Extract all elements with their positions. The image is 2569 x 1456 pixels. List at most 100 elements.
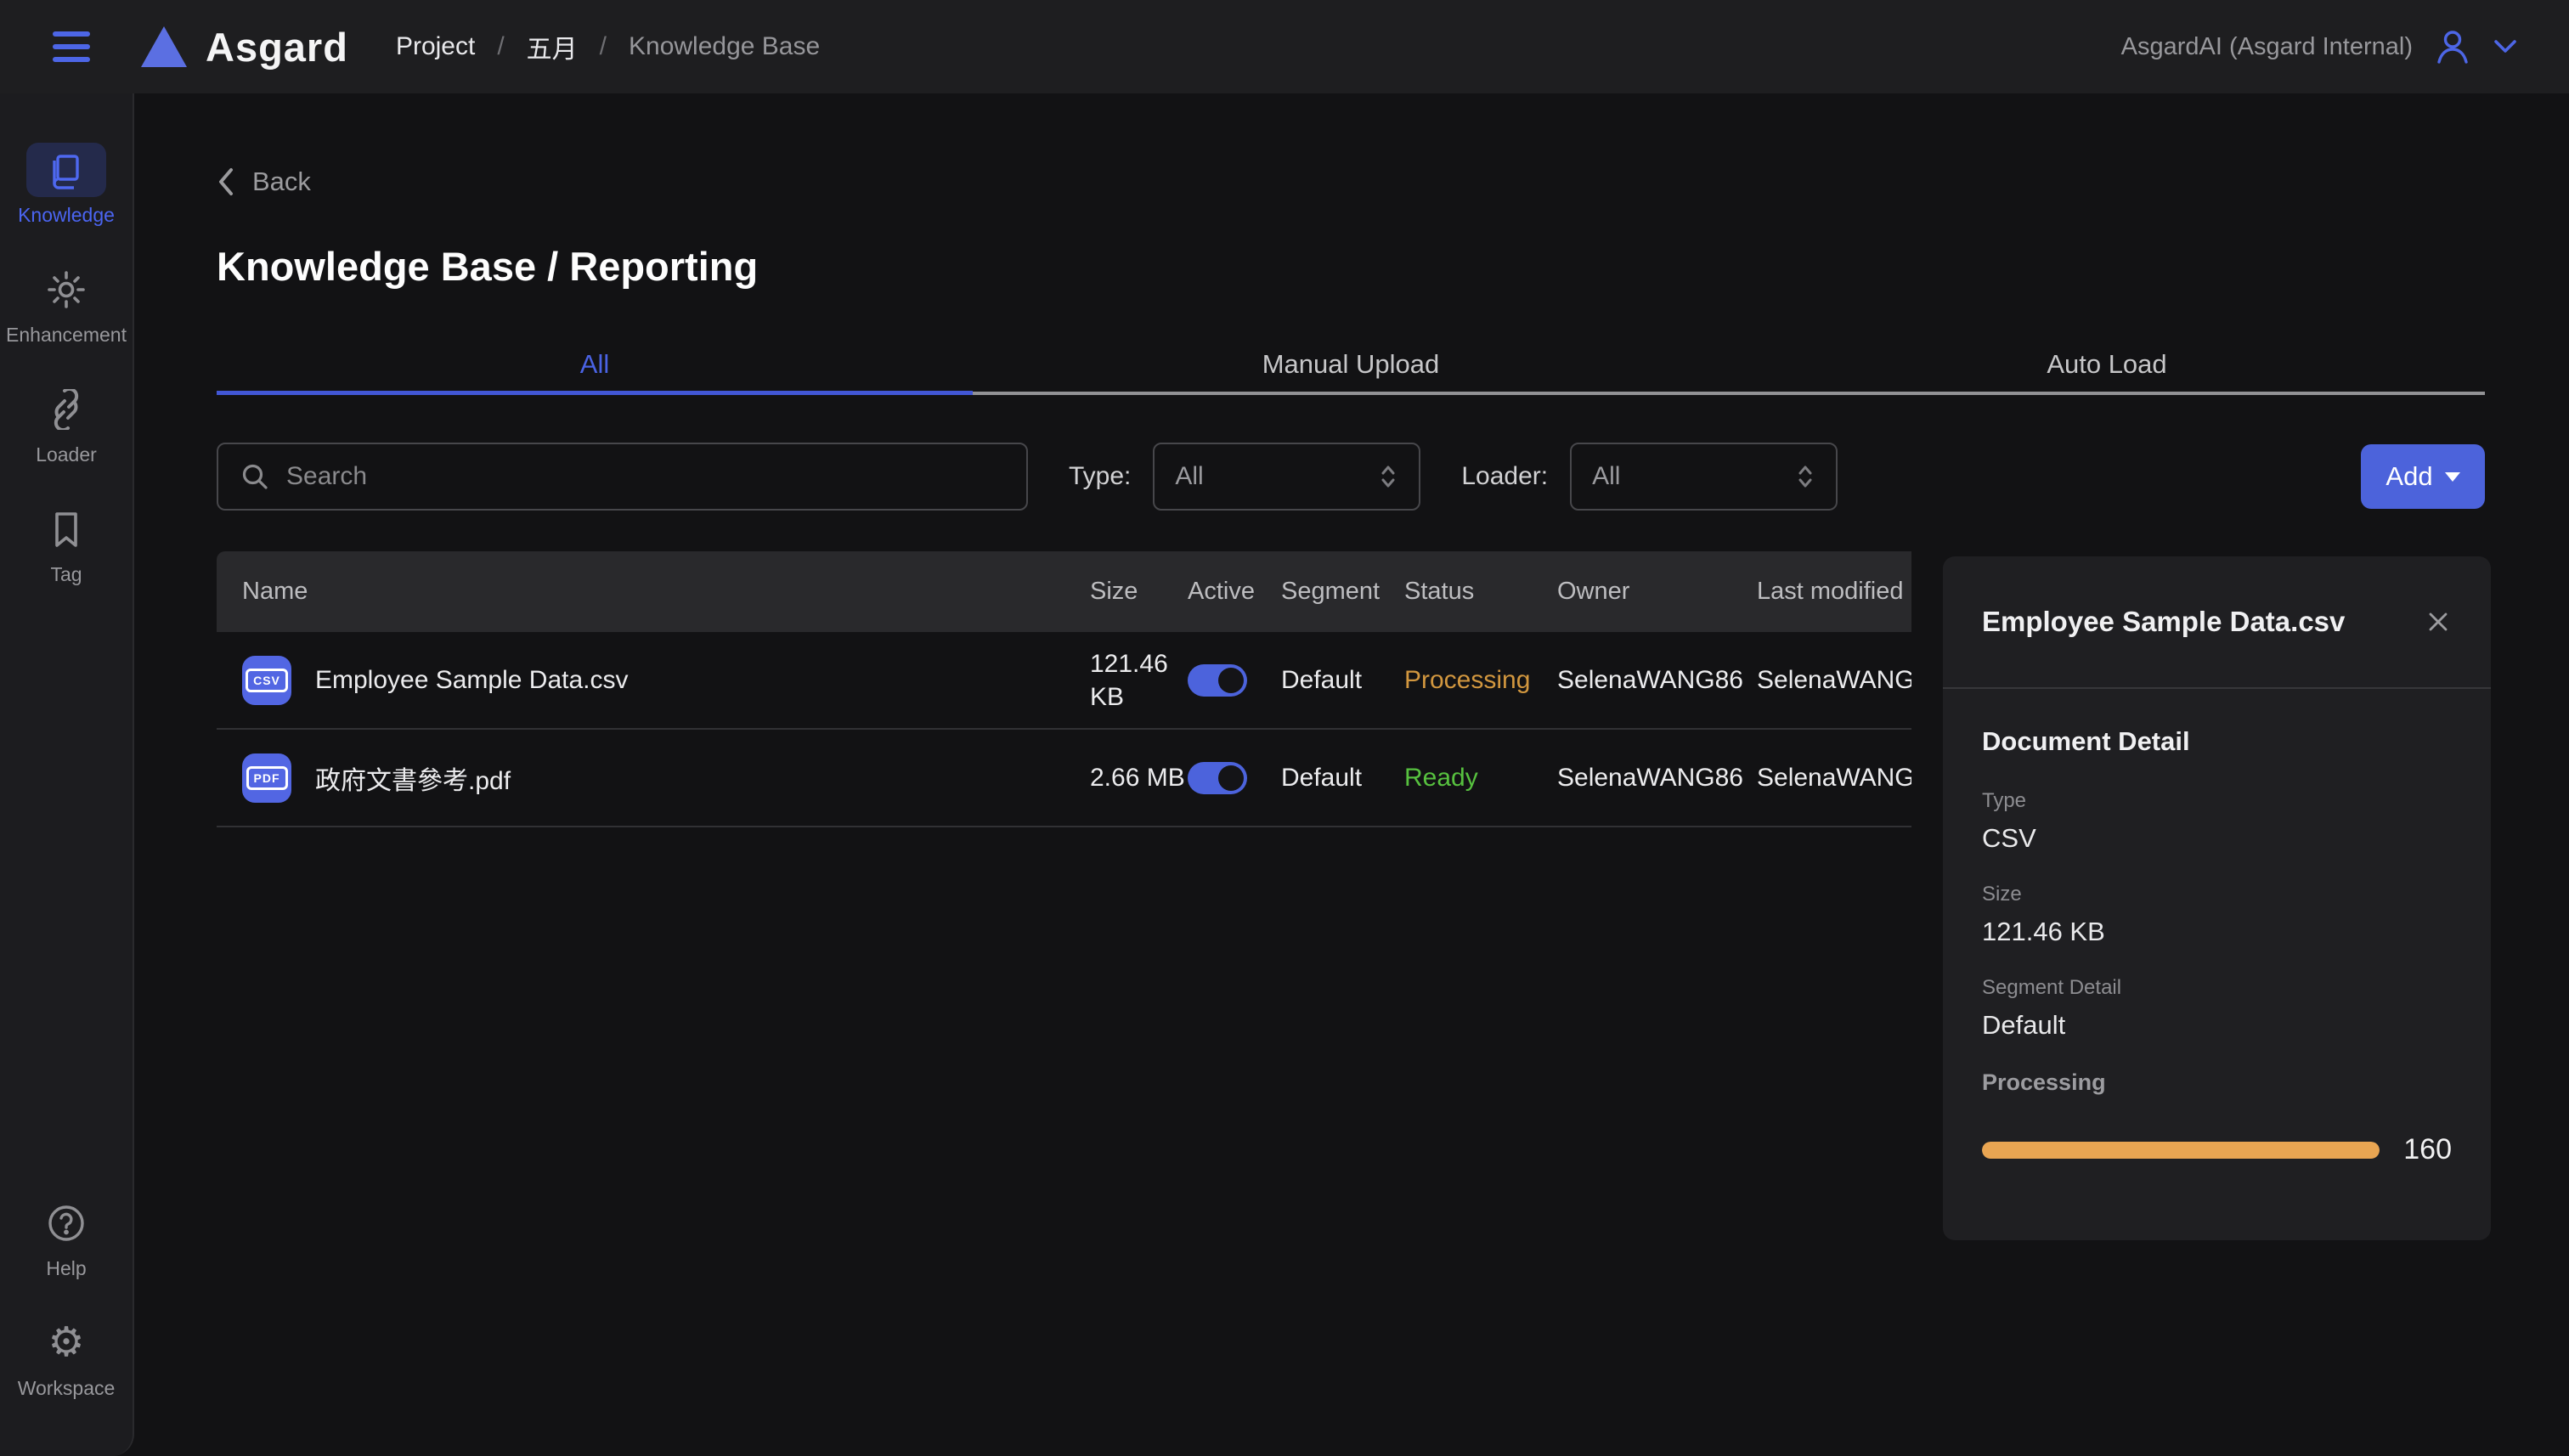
active-toggle[interactable] — [1188, 664, 1247, 697]
detail-panel-title: Employee Sample Data.csv — [1982, 606, 2345, 638]
detail-segment-value: Default — [1982, 1010, 2452, 1041]
processing-count: 160 — [2403, 1133, 2452, 1166]
select-arrows-icon — [1378, 464, 1398, 489]
loader-filter-label: Loader: — [1461, 462, 1548, 491]
account-area[interactable]: AsgardAI (Asgard Internal) — [2121, 27, 2518, 66]
back-label: Back — [252, 166, 311, 197]
filter-bar: Type: All Loader: All — [217, 443, 2485, 511]
sidebar-item-label: Workspace — [18, 1377, 116, 1400]
sidebar-item-knowledge[interactable]: Knowledge — [18, 143, 115, 227]
tab-manual-upload[interactable]: Manual Upload — [973, 337, 1729, 392]
document-owner: SelenaWANG86 — [1557, 764, 1757, 793]
sidebar-item-enhancement[interactable]: Enhancement — [6, 262, 127, 347]
column-header-segment: Segment — [1281, 578, 1404, 606]
loader-select[interactable]: All — [1570, 443, 1838, 511]
link-icon — [46, 389, 87, 430]
document-size: 2.66 MB — [1090, 761, 1188, 794]
breadcrumb-project[interactable]: Project — [396, 32, 475, 61]
sidebar-item-tag[interactable]: Tag — [26, 502, 106, 586]
select-arrows-icon — [1795, 464, 1815, 489]
back-button[interactable]: Back — [217, 166, 311, 197]
breadcrumb-separator: / — [497, 32, 504, 61]
processing-progress-fill — [1982, 1142, 2380, 1159]
active-tab-indicator — [217, 391, 973, 395]
status-badge: Ready — [1404, 764, 1557, 793]
chevron-down-icon[interactable] — [2493, 38, 2518, 55]
tab-auto-load[interactable]: Auto Load — [1729, 337, 2485, 392]
search-box[interactable] — [217, 443, 1028, 511]
column-header-active: Active — [1188, 578, 1281, 606]
column-header-size: Size — [1090, 576, 1188, 608]
document-segment: Default — [1281, 764, 1404, 793]
sidebar-item-workspace[interactable]: ⚙ Workspace — [18, 1316, 116, 1400]
document-last-modified-by: SelenaWANG86 — [1757, 764, 1911, 793]
sidebar-item-label: Help — [46, 1257, 86, 1280]
type-filter-label: Type: — [1069, 462, 1131, 491]
documents-table: Name Size Active Segment Status Owner La… — [217, 551, 1911, 827]
loader-select-value: All — [1592, 462, 1620, 491]
breadcrumb-separator: / — [600, 32, 607, 61]
sidebar: Knowledge — [0, 93, 134, 1456]
active-toggle[interactable] — [1188, 762, 1247, 794]
add-button-label: Add — [2386, 461, 2432, 492]
detail-type-label: Type — [1982, 789, 2452, 813]
tab-all[interactable]: All — [217, 337, 973, 392]
detail-type-value: CSV — [1982, 823, 2452, 854]
table-header: Name Size Active Segment Status Owner La… — [217, 551, 1911, 632]
caret-down-icon — [2445, 472, 2460, 482]
asgard-logo-icon — [141, 26, 187, 67]
document-last-modified-by: SelenaWANG86 — [1757, 666, 1911, 695]
column-header-status: Status — [1404, 578, 1557, 606]
type-select-value: All — [1175, 462, 1203, 491]
column-header-last-modified: Last modified by — [1757, 578, 1911, 606]
bookmark-icon — [48, 510, 85, 549]
detail-size-value: 121.46 KB — [1982, 917, 2452, 947]
sidebar-item-loader[interactable]: Loader — [26, 382, 106, 466]
type-select[interactable]: All — [1153, 443, 1420, 511]
app-header: Asgard Project / 五月 / Knowledge Base Asg… — [0, 0, 2569, 93]
hamburger-menu-icon[interactable] — [51, 26, 92, 67]
document-size: 121.46 KB — [1090, 647, 1188, 714]
processing-section-label: Processing — [1982, 1069, 2452, 1096]
column-header-owner: Owner — [1557, 578, 1757, 606]
sidebar-item-label: Knowledge — [18, 204, 115, 227]
pdf-file-icon: PDF — [242, 753, 291, 803]
close-icon[interactable] — [2425, 608, 2452, 635]
question-circle-icon — [46, 1203, 87, 1244]
breadcrumb: Project / 五月 / Knowledge Base — [396, 28, 820, 65]
main-content: Back Knowledge Base / Reporting All Manu… — [134, 93, 2569, 1456]
column-header-name: Name — [217, 578, 1090, 606]
sidebar-item-label: Tag — [50, 563, 82, 586]
brand-name: Asgard — [206, 24, 348, 71]
chevron-left-icon — [217, 166, 235, 197]
sidebar-item-label: Loader — [36, 443, 97, 466]
sidebar-item-label: Enhancement — [6, 324, 127, 347]
page-title: Knowledge Base / Reporting — [217, 243, 2569, 290]
table-row[interactable]: CSV Employee Sample Data.csv 121.46 KB D… — [217, 632, 1911, 730]
sun-icon — [46, 269, 87, 310]
document-name[interactable]: 政府文書參考.pdf — [315, 759, 511, 797]
tab-bar: All Manual Upload Auto Load — [217, 337, 2485, 395]
document-detail-panel: Employee Sample Data.csv Document Detail… — [1943, 556, 2491, 1240]
status-badge: Processing — [1404, 666, 1557, 695]
user-icon[interactable] — [2433, 27, 2472, 66]
search-icon — [240, 462, 269, 491]
detail-segment-label: Segment Detail — [1982, 976, 2452, 1000]
sidebar-item-help[interactable]: Help — [26, 1196, 106, 1280]
book-icon — [47, 150, 86, 189]
brand[interactable]: Asgard — [141, 24, 348, 71]
table-row[interactable]: PDF 政府文書參考.pdf 2.66 MB Default Ready Sel… — [217, 730, 1911, 827]
gear-icon: ⚙ — [48, 1323, 84, 1363]
search-input[interactable] — [286, 462, 1004, 491]
document-name[interactable]: Employee Sample Data.csv — [315, 666, 629, 695]
breadcrumb-month[interactable]: 五月 — [527, 28, 578, 65]
breadcrumb-current: Knowledge Base — [629, 32, 820, 61]
document-owner: SelenaWANG86 — [1557, 666, 1757, 695]
detail-section-title: Document Detail — [1982, 726, 2452, 757]
csv-file-icon: CSV — [242, 656, 291, 705]
account-name: AsgardAI (Asgard Internal) — [2121, 33, 2413, 61]
document-segment: Default — [1281, 666, 1404, 695]
detail-size-label: Size — [1982, 883, 2452, 906]
add-button[interactable]: Add — [2361, 444, 2485, 509]
processing-progress-bar — [1982, 1142, 2380, 1159]
